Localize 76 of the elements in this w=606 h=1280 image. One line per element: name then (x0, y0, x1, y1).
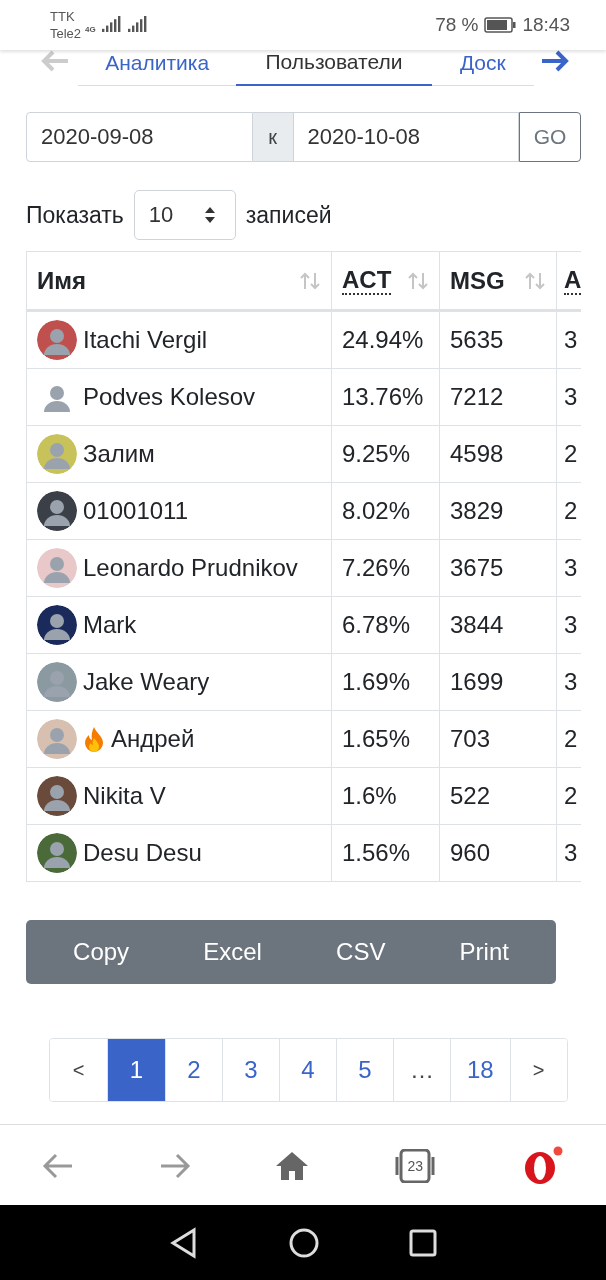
avatar (37, 434, 77, 474)
column-header: A (556, 251, 581, 311)
avatar (37, 719, 77, 759)
signal-icon (127, 16, 148, 34)
table-cell: 3675 (439, 539, 557, 597)
table-cell: 7212 (439, 368, 557, 426)
select-arrows-icon (202, 205, 217, 225)
system-recents-icon[interactable] (409, 1228, 437, 1257)
user-name: 01001011 (83, 497, 188, 525)
signal-icon (101, 16, 122, 34)
carrier-name: Tele2 (50, 25, 82, 42)
table-cell: 1699 (439, 653, 557, 711)
sort-icon (299, 270, 321, 291)
user-name: Jake Weary (83, 668, 210, 696)
export-button[interactable]: Excel (189, 928, 276, 976)
table-cell: 5635 (439, 310, 557, 369)
table-cell: 13.76% (331, 368, 440, 426)
user-name: Андрей (111, 725, 195, 753)
table-cell: 1.56% (331, 824, 440, 882)
table-cell: 960 (439, 824, 557, 882)
page-size-select[interactable]: 10 (133, 190, 236, 240)
table-cell: 3829 (439, 482, 557, 540)
go-button[interactable]: GO (519, 112, 581, 162)
table-cell: 1.6% (331, 767, 440, 825)
user-name: Itachi Vergil (83, 326, 208, 354)
avatar (37, 662, 77, 702)
table-cell: 8.02% (331, 482, 440, 540)
tabs-button[interactable]: 23 (387, 1142, 444, 1189)
column-header[interactable]: MSG (439, 251, 557, 311)
nav-tab[interactable]: Аналитика (78, 50, 237, 86)
carrier-name: TTK (50, 8, 76, 25)
table-cell: 522 (439, 767, 557, 825)
user-name: Залим (83, 440, 155, 468)
show-label: Показать (26, 201, 124, 229)
start-date-field[interactable]: 2020-09-08 (26, 112, 253, 162)
avatar (37, 833, 77, 873)
system-home-icon[interactable] (289, 1227, 319, 1258)
avatar (37, 605, 77, 645)
table-cell: 703 (439, 710, 557, 768)
avatar (37, 776, 77, 816)
table-cell: 6.78% (331, 596, 440, 654)
nav-tab[interactable]: Пользователи (236, 50, 432, 86)
system-back-icon[interactable] (169, 1226, 199, 1259)
user-name: Nikita V (83, 782, 166, 810)
table-cell: 24.94% (331, 310, 440, 369)
user-name: Desu Desu (83, 839, 202, 867)
page-link[interactable]: 1 (107, 1039, 165, 1101)
sort-icon (524, 270, 546, 291)
fire-icon (83, 726, 105, 752)
user-name: Leonardo Prudnikov (83, 554, 298, 582)
table-cell: 1.65% (331, 710, 440, 768)
avatar (37, 548, 77, 588)
end-date-field[interactable]: 2020-10-08 (292, 112, 519, 162)
table-cell: 4598 (439, 425, 557, 483)
nav-tab[interactable]: Доск (431, 50, 534, 86)
column-header[interactable]: Имя (26, 251, 332, 311)
battery-percent: 78 % (435, 14, 479, 36)
avatar (37, 491, 77, 531)
table-cell: 9.25% (331, 425, 440, 483)
network-type: 4G (85, 25, 96, 34)
table-cell: 7.26% (331, 539, 440, 597)
sort-icon (407, 270, 429, 291)
export-button[interactable]: Copy (59, 928, 144, 976)
battery-icon (484, 17, 517, 33)
export-button[interactable]: Print (445, 928, 523, 976)
table-cell: 3844 (439, 596, 557, 654)
avatar (37, 320, 77, 360)
user-name: Podves Kolesov (83, 383, 256, 411)
forward-arrow-icon[interactable] (540, 50, 570, 74)
records-label: записей (245, 201, 332, 229)
column-header[interactable]: ACT (331, 251, 440, 311)
export-button[interactable]: CSV (322, 928, 400, 976)
user-name: Mark (83, 611, 137, 639)
table-cell: 1.69% (331, 653, 440, 711)
clock: 18:43 (522, 14, 570, 36)
date-separator: к (252, 112, 293, 162)
